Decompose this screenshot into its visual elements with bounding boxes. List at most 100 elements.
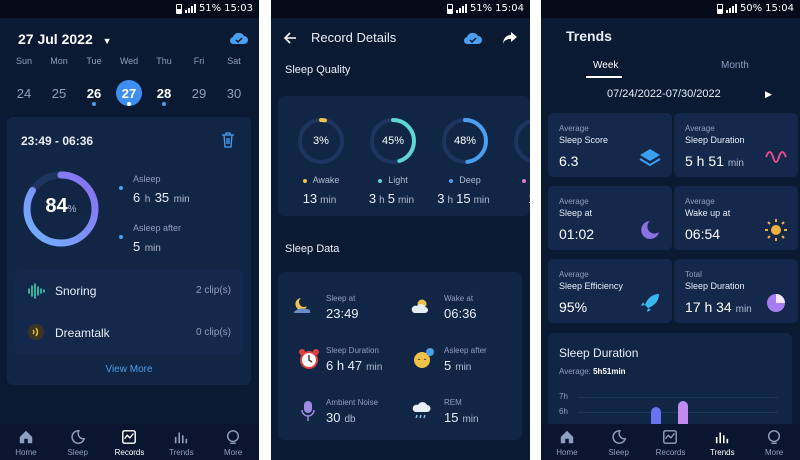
item-label: Sleep at: [326, 294, 356, 303]
calendar-day[interactable]: 25: [44, 78, 74, 108]
records-icon: [663, 430, 678, 444]
sound-wave-icon: [28, 283, 45, 299]
asleep-after-label: Asleep after: [133, 223, 182, 233]
sleep-score: 84%: [21, 195, 101, 218]
sleep-record-card: 23:49 - 06:36 84% Asleep 6 h 35 min Asle…: [7, 117, 251, 385]
tab-trends[interactable]: Trends: [696, 424, 748, 460]
dreamtalk-label: Dreamtalk: [55, 326, 110, 340]
tab-records[interactable]: Records: [104, 424, 156, 460]
asleep-label: Asleep: [133, 174, 161, 184]
legend-dot: [522, 178, 526, 183]
sleep-data-item: REM 15 min: [444, 398, 479, 427]
date-picker[interactable]: 27 Jul 2022 ▼: [18, 31, 112, 47]
metric-value: 6.3: [559, 153, 579, 169]
sleep-quality-card: 3% Awake 13 min 45% Light 3 h 5 min 48% Deep 3 h 15 min…: [278, 96, 530, 216]
next-range-icon[interactable]: ▶: [765, 89, 772, 100]
legend-dot: [449, 178, 454, 183]
sleep-data-item: Ambient Noise 30 db: [326, 398, 378, 427]
signal-icon: [725, 4, 737, 13]
cloud-sync-icon[interactable]: [229, 31, 249, 45]
ring-duration: 3 h 5 min: [368, 191, 415, 206]
bar-chart-icon: [175, 432, 188, 444]
ring-label: Light: [388, 175, 408, 185]
home-icon: [560, 430, 574, 444]
day-number: 29: [191, 86, 207, 101]
item-label: Wake at: [444, 294, 474, 303]
stage-ring-deep: 48% Deep 3 h 15 min: [432, 96, 498, 216]
cloud-sync-icon[interactable]: [463, 31, 483, 45]
rocket-icon: [641, 294, 659, 312]
stage-ring-rem: 4REM15: [504, 96, 530, 216]
moon-icon: [641, 221, 659, 239]
y-tick-6h: 6h: [559, 407, 568, 416]
asleep-after-value: 5 min: [133, 239, 161, 254]
metric-value: 5 h 51 min: [685, 153, 744, 169]
average-row: Average: 5h51min: [559, 367, 626, 376]
item-value: 5 min: [444, 358, 472, 373]
status-bar: 51% 15:03: [0, 0, 259, 18]
trash-icon[interactable]: [221, 132, 235, 148]
sleep-at-icon: [294, 298, 310, 313]
battery-icon: [175, 3, 182, 14]
item-value: 15 min: [444, 410, 479, 425]
legend-dot: [302, 178, 307, 183]
chevron-down-icon: ▼: [102, 36, 112, 46]
record-dot: [162, 102, 166, 106]
sleep-data-item: Sleep at 23:49: [326, 294, 359, 323]
rem-cloud-icon: [412, 402, 431, 419]
tab-label: Sleep: [608, 448, 629, 457]
records-screen: 51% 15:03 27 Jul 2022 ▼ Sun Mon Tue Wed Thu Fr…: [0, 0, 259, 460]
trends-screen: 50% 15:04 Trends Week Month 07/24/2022-07…: [541, 0, 800, 460]
calendar-day[interactable]: 27: [114, 78, 144, 108]
calendar-day[interactable]: 26: [79, 78, 109, 108]
tab-home[interactable]: Home: [541, 424, 593, 460]
snoring-count: 2 clip(s): [195, 285, 231, 296]
tab-sleep[interactable]: Sleep: [593, 424, 645, 460]
record-dot: [92, 102, 96, 106]
y-tick-7h: 7h: [559, 392, 568, 401]
page-title: Record Details: [311, 30, 397, 45]
tab-sleep[interactable]: Sleep: [52, 424, 104, 460]
signal-icon: [184, 4, 196, 13]
ring-duration: 13 min: [302, 191, 337, 206]
back-arrow-icon[interactable]: [283, 31, 297, 45]
ring-duration: 15: [504, 190, 530, 208]
tab-month[interactable]: Month: [721, 60, 749, 71]
snoring-label: Snoring: [55, 284, 97, 298]
ring-percent: 45%: [381, 135, 405, 147]
weekday-label: Wed: [119, 56, 139, 66]
snoring-row[interactable]: Snoring 2 clip(s): [15, 270, 243, 312]
wake-at-icon: [411, 299, 428, 313]
item-value: 30 db: [326, 410, 356, 425]
tab-records[interactable]: Records: [645, 424, 697, 460]
bottom-tab-bar: Home Sleep Records Trends More: [541, 424, 800, 460]
share-icon[interactable]: [502, 31, 518, 45]
bulb-icon: [768, 430, 781, 444]
calendar-day[interactable]: 30: [219, 78, 249, 108]
weekday-label: Sun: [15, 56, 32, 66]
tab-home[interactable]: Home: [0, 424, 52, 460]
current-date: 27 Jul 2022: [18, 31, 93, 47]
tab-more[interactable]: More: [748, 424, 800, 460]
tab-trends[interactable]: Trends: [155, 424, 207, 460]
record-dot: [127, 102, 131, 106]
page-title: Trends: [566, 28, 612, 44]
calendar-day[interactable]: 24: [9, 78, 39, 108]
stage-ring-light: 45% Light 3 h 5 min: [360, 96, 426, 216]
calendar-day[interactable]: 28: [149, 78, 179, 108]
clock: 15:04: [765, 3, 794, 14]
ring-percent: 4: [512, 135, 530, 147]
clock: 15:03: [224, 3, 253, 14]
view-more-link[interactable]: View More: [7, 364, 251, 375]
calendar-day[interactable]: 29: [184, 78, 214, 108]
bulb-icon: [227, 430, 240, 444]
metric-value: 17 h 34 min: [685, 299, 752, 315]
weekday-label: Tue: [86, 56, 102, 66]
dreamtalk-row[interactable]: Dreamtalk 0 clip(s): [15, 312, 243, 354]
sleep-data-item: Sleep Duration 6 h 47 min: [326, 346, 382, 375]
tab-more[interactable]: More: [207, 424, 259, 460]
tab-week[interactable]: Week: [593, 60, 618, 71]
wave-icon: [765, 151, 787, 163]
legend-dot: [378, 178, 383, 183]
sleep-quality-title: Sleep Quality: [285, 64, 351, 76]
